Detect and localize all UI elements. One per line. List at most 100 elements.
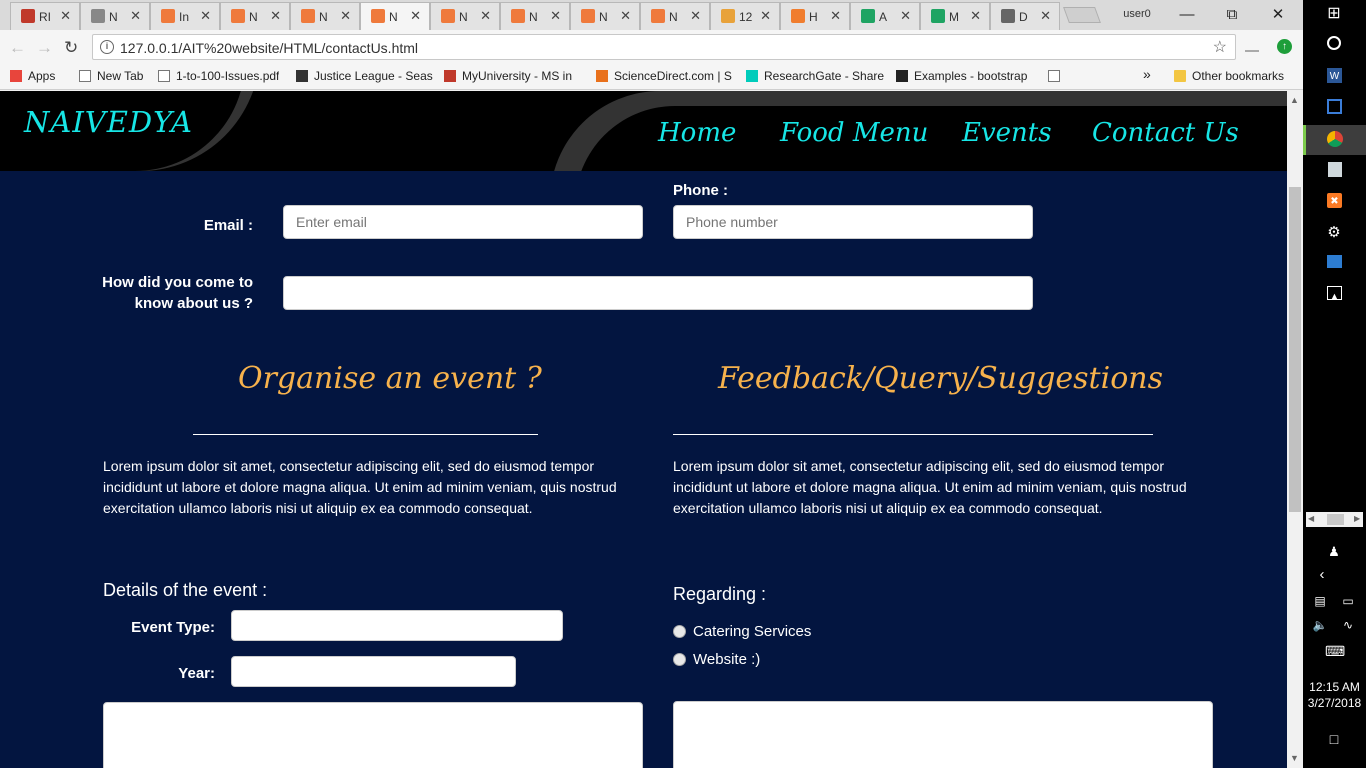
tab-close-icon[interactable]: ✕: [830, 8, 841, 24]
tab-close-icon[interactable]: ✕: [130, 8, 141, 24]
tab-close-icon[interactable]: ✕: [410, 8, 421, 24]
system-clock[interactable]: 12:15 AM 3/27/2018: [1303, 679, 1366, 711]
tab-close-icon[interactable]: ✕: [690, 8, 701, 24]
close-icon[interactable]: ✕: [1263, 4, 1293, 26]
bookmark-item[interactable]: 1-to-100-Issues.pdf: [158, 69, 279, 83]
tab-close-icon[interactable]: ✕: [1040, 8, 1051, 24]
bookmark-item[interactable]: ResearchGate - Share: [746, 69, 884, 83]
people-icon[interactable]: ♟: [1325, 543, 1343, 561]
maximize-icon[interactable]: ⧉: [1217, 4, 1247, 26]
other-bookmarks[interactable]: Other bookmarks: [1174, 69, 1284, 83]
taskbar-scroll-thumb[interactable]: [1327, 514, 1344, 525]
referral-input[interactable]: [283, 276, 1033, 310]
tab-close-icon[interactable]: ✕: [620, 8, 631, 24]
word-icon[interactable]: W: [1327, 68, 1342, 83]
bookmark-item[interactable]: Justice League - Seas: [296, 69, 433, 83]
photos-icon[interactable]: ▲: [1327, 286, 1342, 301]
chrome-icon[interactable]: [1327, 131, 1343, 147]
notepad-icon[interactable]: [1328, 162, 1342, 177]
tab-close-icon[interactable]: ✕: [900, 8, 911, 24]
feedback-textarea[interactable]: [673, 701, 1213, 768]
clock-date: 3/27/2018: [1307, 696, 1362, 710]
event-type-input[interactable]: [231, 610, 563, 641]
radio-catering[interactable]: [673, 625, 686, 638]
tray-chevron-icon[interactable]: ‹: [1313, 566, 1331, 584]
browser-tab[interactable]: D ✕: [990, 2, 1060, 30]
xampp-icon[interactable]: ✖: [1327, 193, 1342, 208]
wifi-icon[interactable]: ∿: [1339, 616, 1357, 634]
bookmark-item[interactable]: MyUniversity - MS in: [444, 69, 572, 83]
app-window-icon[interactable]: [1327, 99, 1342, 114]
profile-button[interactable]: user0: [1118, 6, 1156, 23]
nav-home[interactable]: Home: [658, 118, 736, 148]
minimize-icon[interactable]: —: [1172, 4, 1202, 26]
radio-catering-label[interactable]: Catering Services: [693, 623, 811, 640]
tab-close-icon[interactable]: ✕: [970, 8, 981, 24]
bookmark-star-icon[interactable]: ☆: [1213, 37, 1227, 57]
scroll-down-icon[interactable]: ▼: [1290, 753, 1299, 763]
browser-tab[interactable]: 12 ✕: [710, 2, 780, 30]
year-input[interactable]: [231, 656, 516, 687]
cortana-icon[interactable]: [1327, 36, 1341, 50]
radio-website-label[interactable]: Website :): [693, 651, 760, 668]
tab-close-icon[interactable]: ✕: [340, 8, 351, 24]
bookmark-item[interactable]: [1048, 69, 1066, 83]
windows-start-icon[interactable]: ⊞: [1325, 5, 1343, 23]
browser-tab[interactable]: M ✕: [920, 2, 990, 30]
browser-tab[interactable]: H ✕: [780, 2, 850, 30]
taskbar-scroll[interactable]: ◀ ▶: [1306, 512, 1363, 527]
event-details-textarea[interactable]: [103, 702, 643, 768]
browser-tab[interactable]: N ✕: [500, 2, 570, 30]
tab-close-icon[interactable]: ✕: [270, 8, 281, 24]
scroll-right-icon[interactable]: ▶: [1354, 514, 1360, 523]
bookmark-item[interactable]: New Tab: [79, 69, 143, 83]
tab-title: N: [109, 10, 118, 24]
tab-close-icon[interactable]: ✕: [760, 8, 771, 24]
tab-close-icon[interactable]: ✕: [550, 8, 561, 24]
nav-events[interactable]: Events: [962, 118, 1052, 148]
tab-close-icon[interactable]: ✕: [60, 8, 71, 24]
site-logo[interactable]: NAIVEDYA: [24, 105, 193, 139]
tray-app-icon[interactable]: ▤: [1311, 592, 1329, 610]
update-icon[interactable]: ↑: [1277, 39, 1292, 54]
new-tab-button[interactable]: [1063, 7, 1101, 23]
scroll-left-icon[interactable]: ◀: [1308, 514, 1314, 523]
browser-tab[interactable]: N ✕: [80, 2, 150, 30]
scroll-up-icon[interactable]: ▲: [1290, 95, 1299, 105]
browser-tab[interactable]: N ✕: [220, 2, 290, 30]
browser-tab[interactable]: N ✕: [570, 2, 640, 30]
browser-tab[interactable]: N ✕: [430, 2, 500, 30]
tab-close-icon[interactable]: ✕: [200, 8, 211, 24]
bookmark-item[interactable]: Apps: [10, 69, 55, 83]
keyboard-icon[interactable]: ⌨: [1325, 642, 1345, 660]
radio-website[interactable]: [673, 653, 686, 666]
forward-icon[interactable]: →: [36, 38, 53, 58]
scrollbar-thumb[interactable]: [1289, 187, 1301, 512]
browser-tab[interactable]: N ✕: [360, 2, 430, 30]
nav-contact-us[interactable]: Contact Us: [1092, 118, 1239, 148]
regarding-label: Regarding :: [673, 584, 767, 604]
reload-icon[interactable]: ↻: [64, 38, 78, 58]
browser-tab[interactable]: In ✕: [150, 2, 220, 30]
info-icon[interactable]: i: [100, 40, 114, 54]
browser-tab[interactable]: A ✕: [850, 2, 920, 30]
bookmarks-overflow-icon[interactable]: »: [1143, 66, 1151, 82]
settings-gear-icon[interactable]: ⚙: [1325, 224, 1343, 242]
bookmark-item[interactable]: ScienceDirect.com | S: [596, 69, 732, 83]
action-center-icon[interactable]: □: [1325, 730, 1343, 748]
extension-icon[interactable]: [1245, 40, 1259, 52]
browser-tab[interactable]: N ✕: [640, 2, 710, 30]
browser-tab[interactable]: N ✕: [290, 2, 360, 30]
nav-food-menu[interactable]: Food Menu: [780, 118, 928, 148]
email-input[interactable]: [283, 205, 643, 239]
back-icon[interactable]: ←: [9, 38, 26, 58]
news-app-icon[interactable]: [1327, 255, 1342, 268]
phone-input[interactable]: [673, 205, 1033, 239]
tab-close-icon[interactable]: ✕: [480, 8, 491, 24]
bookmark-item[interactable]: Examples - bootstrap: [896, 69, 1027, 83]
page-scrollbar[interactable]: ▲ ▼: [1287, 91, 1303, 768]
browser-tab[interactable]: RI ✕: [10, 2, 80, 30]
volume-muted-icon[interactable]: 🔈: [1311, 616, 1329, 634]
address-bar[interactable]: i 127.0.0.1/AIT%20website/HTML/contactUs…: [92, 34, 1236, 60]
battery-icon[interactable]: ▭: [1339, 592, 1357, 610]
